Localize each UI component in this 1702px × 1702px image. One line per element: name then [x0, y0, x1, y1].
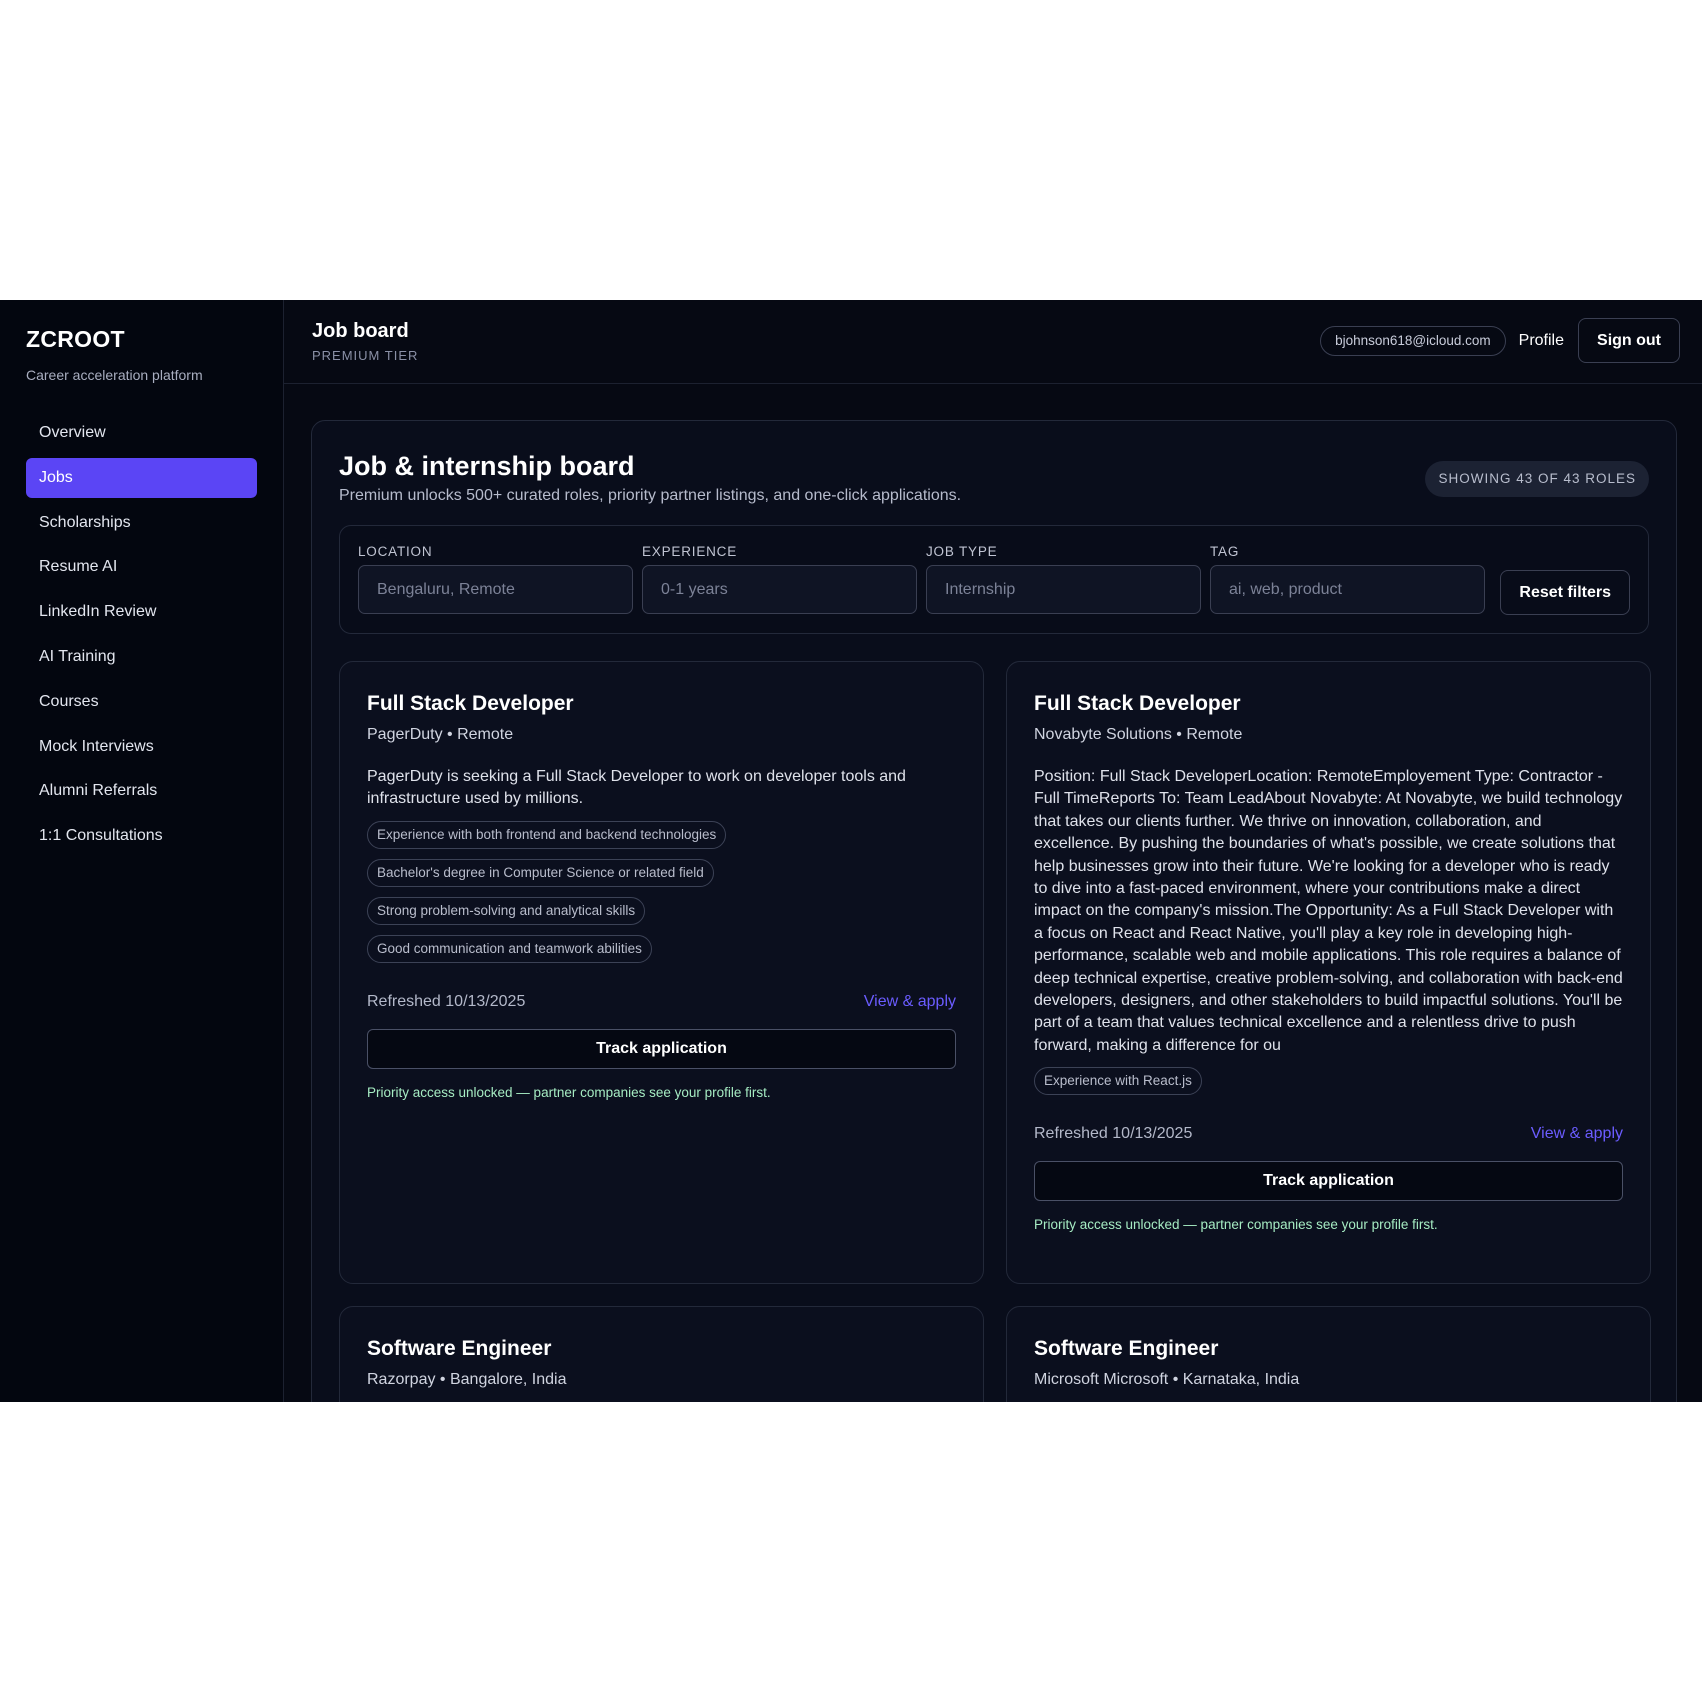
priority-access-note: Priority access unlocked — partner compa…: [367, 1084, 771, 1100]
job-tag: Experience with both frontend and backen…: [367, 820, 727, 849]
job-tags: Experience with React.js: [1034, 1067, 1623, 1105]
app-window: ZCROOT Career acceleration platform Over…: [0, 300, 1702, 1402]
job-tag: Experience with React.js: [1034, 1067, 1202, 1096]
job-title: Software Engineer: [1034, 1337, 1219, 1360]
tier-label: PREMIUM TIER: [312, 348, 419, 363]
job-company-location: PagerDuty • Remote: [367, 726, 514, 743]
location-input[interactable]: [358, 565, 633, 614]
page-title: Job board: [312, 320, 409, 342]
job-title: Full Stack Developer: [367, 692, 574, 715]
top-bar: Job board PREMIUM TIER bjohnson618@iclou…: [284, 300, 1702, 384]
filters-panel: LOCATION EXPERIENCE JOB TYPE TAG Reset f…: [339, 525, 1649, 634]
sidebar-item-ai-training[interactable]: AI Training: [26, 637, 257, 677]
sidebar-item-linkedin-review[interactable]: LinkedIn Review: [26, 592, 257, 632]
account-controls: bjohnson618@icloud.com Profile Sign out: [1320, 318, 1680, 363]
job-type-filter: JOB TYPE: [926, 544, 1201, 614]
job-company-location: Razorpay • Bangalore, India: [367, 1371, 567, 1388]
job-company-location: Microsoft Microsoft • Karnataka, India: [1034, 1371, 1300, 1388]
job-card-footer: Refreshed 10/13/2025 View & apply: [1034, 1125, 1623, 1143]
job-card: Full Stack Developer PagerDuty • Remote …: [339, 661, 984, 1284]
sidebar-item-courses[interactable]: Courses: [26, 682, 257, 722]
job-tag: Good communication and teamwork abilitie…: [367, 934, 652, 963]
job-tags: Experience with both frontend and backen…: [367, 820, 956, 973]
job-card: Software Engineer Razorpay • Bangalore, …: [339, 1306, 984, 1402]
sidebar-item-scholarships[interactable]: Scholarships: [26, 503, 257, 543]
sidebar-item-consultations[interactable]: 1:1 Consultations: [26, 816, 257, 856]
brand-logo[interactable]: ZCROOT: [26, 326, 257, 353]
sidebar-item-alumni-referrals[interactable]: Alumni Referrals: [26, 771, 257, 811]
job-card: Software Engineer Microsoft Microsoft • …: [1006, 1306, 1651, 1402]
job-tag: Bachelor's degree in Computer Science or…: [367, 858, 714, 887]
user-email-badge: bjohnson618@icloud.com: [1320, 325, 1506, 356]
refreshed-date: Refreshed 10/13/2025: [367, 992, 526, 1010]
reset-filters-button[interactable]: Reset filters: [1500, 570, 1630, 615]
experience-filter-label: EXPERIENCE: [642, 544, 738, 559]
sidebar-item-mock-interviews[interactable]: Mock Interviews: [26, 727, 257, 767]
experience-filter: EXPERIENCE: [642, 544, 917, 614]
sidebar: ZCROOT Career acceleration platform Over…: [0, 300, 284, 1402]
tag-input[interactable]: [1210, 565, 1485, 614]
job-description: PagerDuty is seeking a Full Stack Develo…: [367, 768, 906, 808]
job-type-filter-label: JOB TYPE: [926, 544, 998, 559]
track-application-button[interactable]: Track application: [367, 1028, 956, 1069]
job-type-input[interactable]: [926, 565, 1201, 614]
job-board-panel: Job & internship board Premium unlocks 5…: [311, 420, 1677, 1402]
board-description: Premium unlocks 500+ curated roles, prio…: [339, 487, 962, 504]
refreshed-date: Refreshed 10/13/2025: [1034, 1125, 1193, 1143]
experience-input[interactable]: [642, 565, 917, 614]
location-filter: LOCATION: [358, 544, 633, 614]
brand-tagline: Career acceleration platform: [26, 367, 203, 383]
job-title: Software Engineer: [367, 1337, 552, 1360]
location-filter-label: LOCATION: [358, 544, 433, 559]
board-title: Job & internship board: [339, 451, 635, 481]
view-apply-link[interactable]: View & apply: [864, 993, 956, 1011]
sidebar-item-resume-ai[interactable]: Resume AI: [26, 547, 257, 587]
results-count-badge: SHOWING 43 OF 43 ROLES: [1425, 461, 1649, 497]
job-card: Full Stack Developer Novabyte Solutions …: [1006, 661, 1651, 1284]
track-application-button[interactable]: Track application: [1034, 1161, 1623, 1202]
sidebar-item-jobs[interactable]: Jobs: [26, 457, 257, 498]
tag-filter: TAG: [1210, 544, 1485, 614]
main-content: Job board PREMIUM TIER bjohnson618@iclou…: [284, 300, 1702, 1402]
sidebar-item-overview[interactable]: Overview: [26, 413, 257, 453]
job-title: Full Stack Developer: [1034, 692, 1241, 715]
job-card-footer: Refreshed 10/13/2025 View & apply: [367, 993, 956, 1011]
sidebar-nav: Overview Jobs Scholarships Resume AI Lin…: [26, 413, 257, 856]
tag-filter-label: TAG: [1210, 544, 1240, 559]
priority-access-note: Priority access unlocked — partner compa…: [1034, 1217, 1438, 1233]
job-company-location: Novabyte Solutions • Remote: [1034, 726, 1243, 743]
job-tag: Strong problem-solving and analytical sk…: [367, 896, 646, 925]
sign-out-button[interactable]: Sign out: [1578, 318, 1680, 363]
profile-link[interactable]: Profile: [1519, 332, 1564, 350]
view-apply-link[interactable]: View & apply: [1531, 1125, 1623, 1143]
job-description: Position: Full Stack DeveloperLocation: …: [1034, 768, 1623, 1054]
